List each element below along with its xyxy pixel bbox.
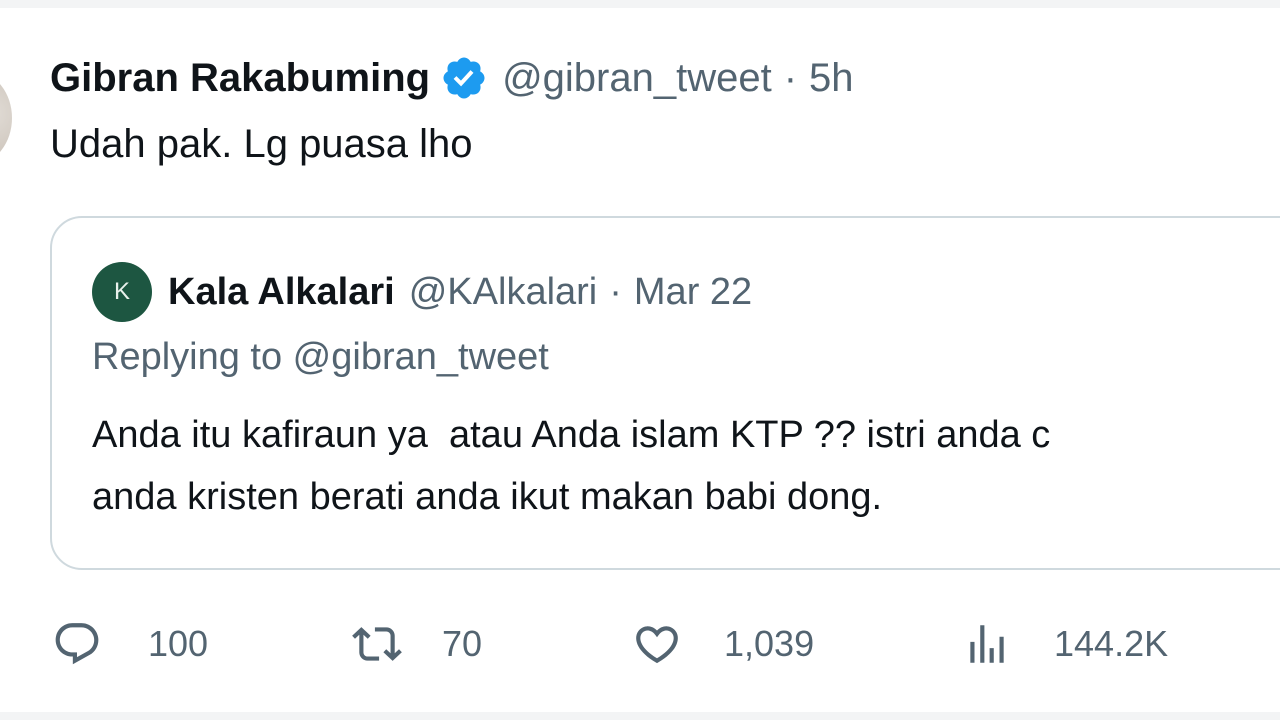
tweet-timestamp[interactable]: 5h [809,56,854,101]
views-icon [962,619,1012,669]
author-handle[interactable]: @gibran_tweet [502,56,772,101]
quoted-header-separator: · [609,270,622,313]
like-button[interactable]: 1,039 [632,612,814,676]
views-button[interactable]: 144.2K [962,612,1168,676]
reply-icon [52,619,102,669]
quoted-tweet-header: K Kala Alkalari @KAlkalari · Mar 22 [92,262,752,322]
quoted-tweet-card[interactable]: K Kala Alkalari @KAlkalari · Mar 22 Repl… [50,216,1280,570]
tweet-screenshot: Gibran Rakabuming @gibran_tweet · 5h Uda… [0,0,1280,720]
header-separator: · [783,55,798,100]
author-avatar[interactable] [0,72,12,164]
tweet-header: Gibran Rakabuming @gibran_tweet · 5h [50,52,854,104]
retweet-icon [352,619,402,669]
top-divider [0,0,1280,8]
quoted-avatar-letter: K [113,278,130,305]
quoted-author-handle: @KAlkalari [408,270,598,313]
tweet-text: Udah pak. Lg puasa lho [50,122,473,166]
bottom-divider [0,712,1280,720]
quoted-text-line-2: anda kristen berati anda ikut makan babi… [92,476,883,518]
tweet-actions-bar: 100 70 1,039 144.2K [0,612,1280,676]
verified-badge-icon [440,54,488,102]
like-icon [632,619,682,669]
retweet-button[interactable]: 70 [352,612,482,676]
reply-button[interactable]: 100 [52,612,208,676]
view-count: 144.2K [1054,623,1169,664]
retweet-count: 70 [442,623,483,664]
quoted-text-line-1: Anda itu kafiraun ya atau Anda islam KTP… [92,414,1051,456]
reply-count: 100 [148,623,209,664]
quoted-author-avatar: K [92,262,152,322]
author-name[interactable]: Gibran Rakabuming [50,56,430,101]
quoted-author-name: Kala Alkalari [168,270,395,313]
like-count: 1,039 [724,623,815,664]
quoted-date: Mar 22 [633,270,753,313]
replying-to: Replying to @gibran_tweet [92,336,549,378]
